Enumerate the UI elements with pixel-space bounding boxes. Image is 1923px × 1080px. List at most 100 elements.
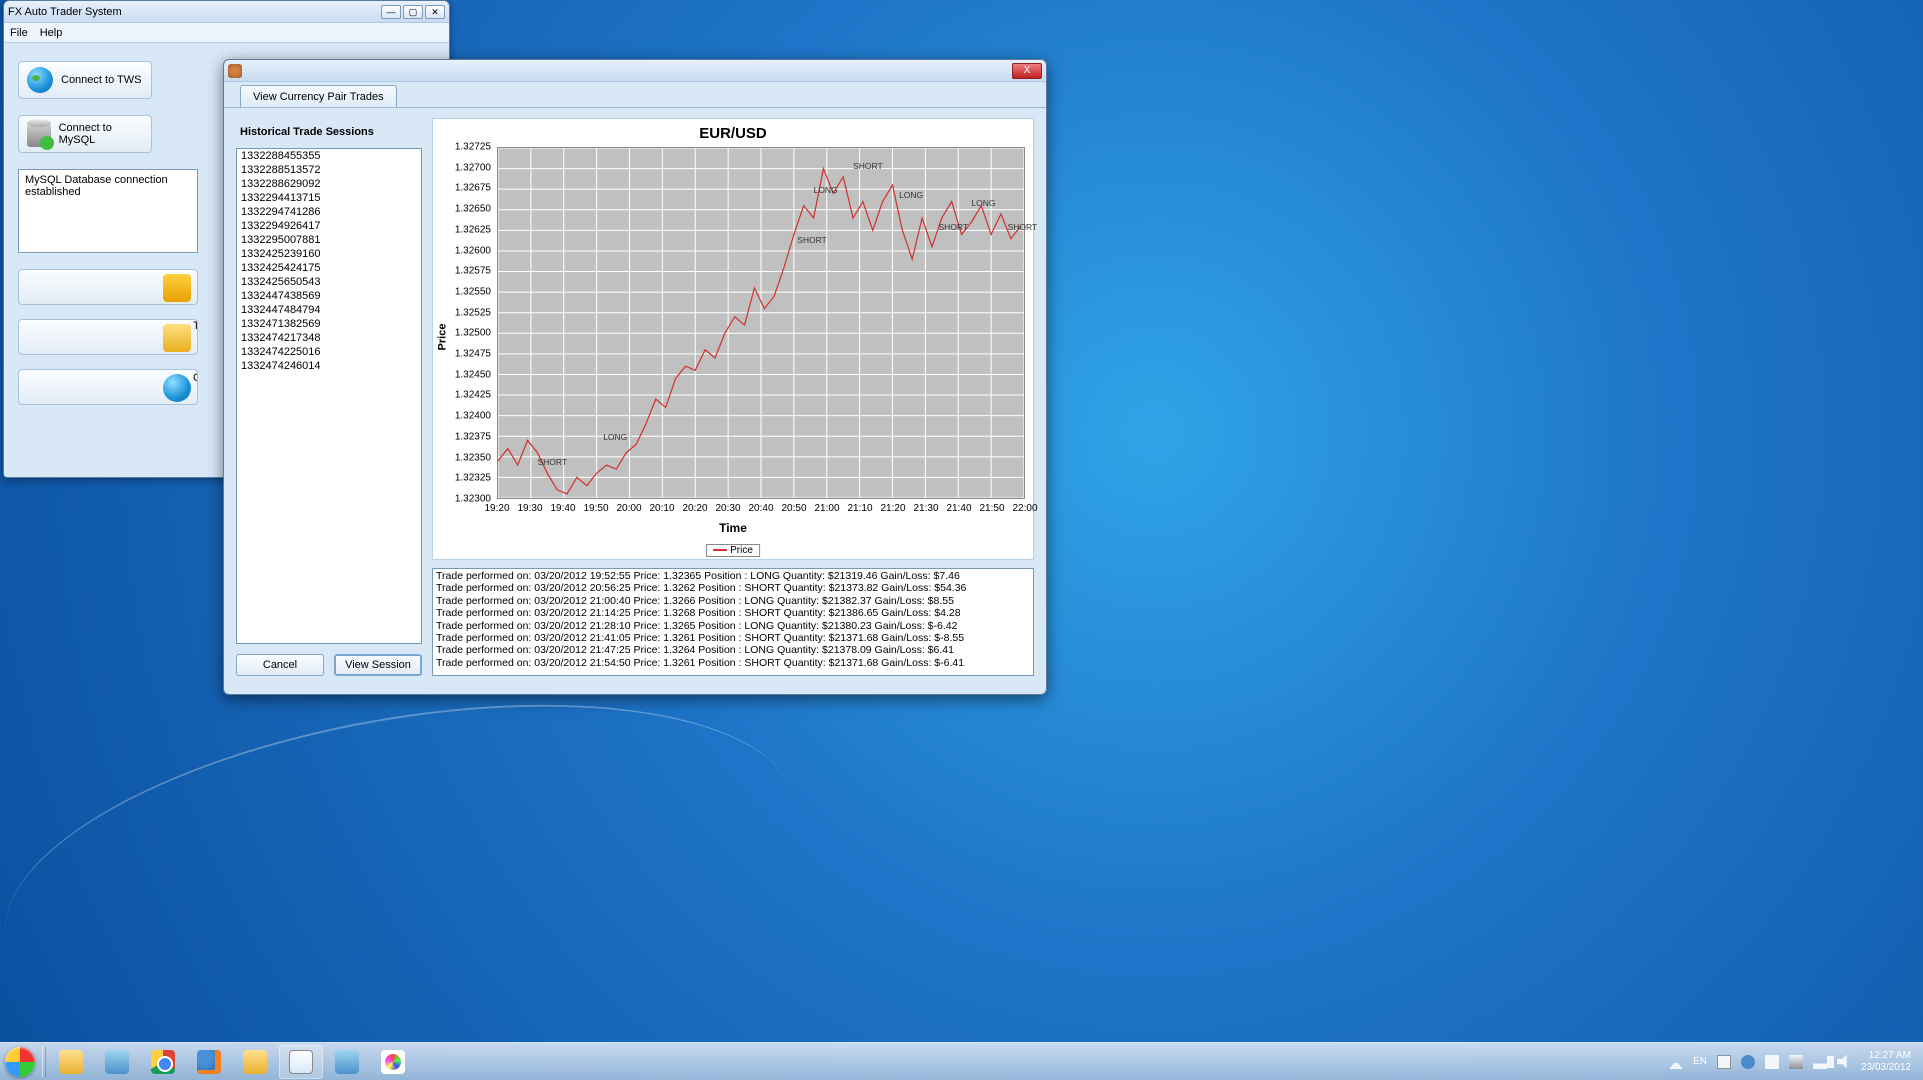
y-tick-label: 1.32425 [455, 390, 491, 401]
session-item[interactable]: 1332474246014 [237, 359, 421, 373]
help-icon[interactable] [1741, 1055, 1755, 1069]
language-indicator[interactable]: EN [1693, 1056, 1707, 1067]
connect-mysql-label: Connect to MySQL [59, 122, 143, 146]
x-tick-label: 21:10 [847, 503, 872, 514]
folder-icon [59, 1050, 83, 1074]
y-tick-label: 1.32375 [455, 431, 491, 442]
chart-svg [498, 148, 1024, 498]
start-button[interactable] [0, 1043, 40, 1080]
session-item[interactable]: 1332425239160 [237, 247, 421, 261]
show-hidden-icon[interactable] [1669, 1055, 1683, 1069]
y-tick-label: 1.32500 [455, 328, 491, 339]
x-tick-label: 20:50 [781, 503, 806, 514]
system-tray: EN 12:27 AM 23/03/2012 [1657, 1050, 1923, 1074]
y-tick-label: 1.32475 [455, 349, 491, 360]
left-column: Historical Trade Sessions 13322884553551… [236, 118, 422, 676]
c-label: C [193, 372, 198, 384]
trade-log-line: Trade performed on: 03/20/2012 21:28:10 … [436, 620, 1030, 632]
session-item[interactable]: 1332288629092 [237, 177, 421, 191]
legend-swatch [713, 549, 727, 551]
y-tick-label: 1.32725 [455, 142, 491, 153]
taskbar-firefox[interactable] [187, 1045, 231, 1079]
session-item[interactable]: 1332294413715 [237, 191, 421, 205]
plot-area: SHORTLONGSHORTLONGSHORTLONGSHORTLONGSHOR… [497, 147, 1025, 499]
power-icon[interactable] [1789, 1055, 1803, 1069]
taskbar: EN 12:27 AM 23/03/2012 [0, 1042, 1923, 1080]
session-item[interactable]: 1332288455355 [237, 149, 421, 163]
trade-log[interactable]: Trade performed on: 03/20/2012 19:52:55 … [432, 568, 1034, 676]
volume-icon[interactable] [1837, 1055, 1851, 1069]
connect-mysql-button[interactable]: Connect to MySQL [18, 115, 152, 153]
tab-view-trades[interactable]: View Currency Pair Trades [240, 85, 397, 107]
session-item[interactable]: 1332425424175 [237, 261, 421, 275]
y-tick-label: 1.32400 [455, 411, 491, 422]
maximize-button[interactable]: ▢ [403, 5, 423, 19]
connect-tws-button[interactable]: Connect to TWS [18, 61, 152, 99]
y-tick-label: 1.32650 [455, 204, 491, 215]
menu-file[interactable]: File [10, 27, 28, 39]
extra-button-1[interactable] [18, 269, 198, 305]
clock-date: 23/03/2012 [1861, 1062, 1911, 1074]
taskbar-explorer[interactable] [49, 1045, 93, 1079]
trade-log-line: Trade performed on: 03/20/2012 20:56:25 … [436, 582, 1030, 594]
trade-log-line: Trade performed on: 03/20/2012 21:41:05 … [436, 632, 1030, 644]
close-button[interactable]: ✕ [425, 5, 445, 19]
x-tick-label: 19:30 [517, 503, 542, 514]
x-ticks: 19:2019:3019:4019:5020:0020:1020:2020:30… [497, 503, 1025, 517]
session-item[interactable]: 1332295007881 [237, 233, 421, 247]
x-tick-label: 21:50 [979, 503, 1004, 514]
menu-help[interactable]: Help [40, 27, 63, 39]
taskbar-java[interactable] [279, 1045, 323, 1079]
y-tick-label: 1.32450 [455, 369, 491, 380]
app-icon [335, 1050, 359, 1074]
trade-log-line: Trade performed on: 03/20/2012 21:14:25 … [436, 607, 1030, 619]
flag-icon[interactable] [1717, 1055, 1731, 1069]
chart-icon [163, 274, 191, 302]
x-tick-label: 20:40 [748, 503, 773, 514]
database-icon [27, 121, 51, 147]
x-tick-label: 22:00 [1012, 503, 1037, 514]
session-item[interactable]: 1332294926417 [237, 219, 421, 233]
view-session-button[interactable]: View Session [334, 654, 422, 676]
paint-icon [381, 1050, 405, 1074]
x-tick-label: 19:50 [583, 503, 608, 514]
taskbar-app-2[interactable] [325, 1045, 369, 1079]
y-tick-label: 1.32600 [455, 245, 491, 256]
taskbar-chrome[interactable] [141, 1045, 185, 1079]
main-titlebar[interactable]: FX Auto Trader System — ▢ ✕ [4, 1, 449, 23]
clock[interactable]: 12:27 AM 23/03/2012 [1861, 1050, 1911, 1074]
clock-time: 12:27 AM [1861, 1050, 1911, 1062]
main-title: FX Auto Trader System [8, 6, 379, 18]
session-item[interactable]: 1332474225016 [237, 345, 421, 359]
extra-button-3[interactable]: C [18, 369, 198, 405]
chart-title: EUR/USD [439, 125, 1027, 142]
network-icon[interactable] [1813, 1055, 1827, 1069]
chrome-icon [151, 1050, 175, 1074]
session-item[interactable]: 1332425650543 [237, 275, 421, 289]
dialog-window: X View Currency Pair Trades Historical T… [223, 59, 1047, 695]
taskbar-paint[interactable] [371, 1045, 415, 1079]
cancel-button[interactable]: Cancel [236, 654, 324, 676]
dialog-close-button[interactable]: X [1012, 63, 1042, 79]
session-list[interactable]: 1332288455355133228851357213322886290921… [236, 148, 422, 644]
session-item[interactable]: 1332447484794 [237, 303, 421, 317]
x-tick-label: 20:20 [682, 503, 707, 514]
taskbar-folder-2[interactable] [233, 1045, 277, 1079]
y-tick-label: 1.32625 [455, 224, 491, 235]
windows-icon [5, 1047, 35, 1077]
y-tick-label: 1.32675 [455, 183, 491, 194]
taskbar-app-1[interactable] [95, 1045, 139, 1079]
y-tick-label: 1.32575 [455, 266, 491, 277]
minimize-button[interactable]: — [381, 5, 401, 19]
tray-misc-icon[interactable] [1765, 1055, 1779, 1069]
menubar: File Help [4, 23, 449, 43]
session-item[interactable]: 1332474217348 [237, 331, 421, 345]
session-item[interactable]: 1332288513572 [237, 163, 421, 177]
session-item[interactable]: 1332447438569 [237, 289, 421, 303]
extra-button-2[interactable]: T [18, 319, 198, 355]
session-item[interactable]: 1332294741286 [237, 205, 421, 219]
dialog-titlebar[interactable]: X [224, 60, 1046, 82]
session-item[interactable]: 1332471382569 [237, 317, 421, 331]
taskbar-separator [42, 1047, 46, 1077]
folder-icon [243, 1050, 267, 1074]
